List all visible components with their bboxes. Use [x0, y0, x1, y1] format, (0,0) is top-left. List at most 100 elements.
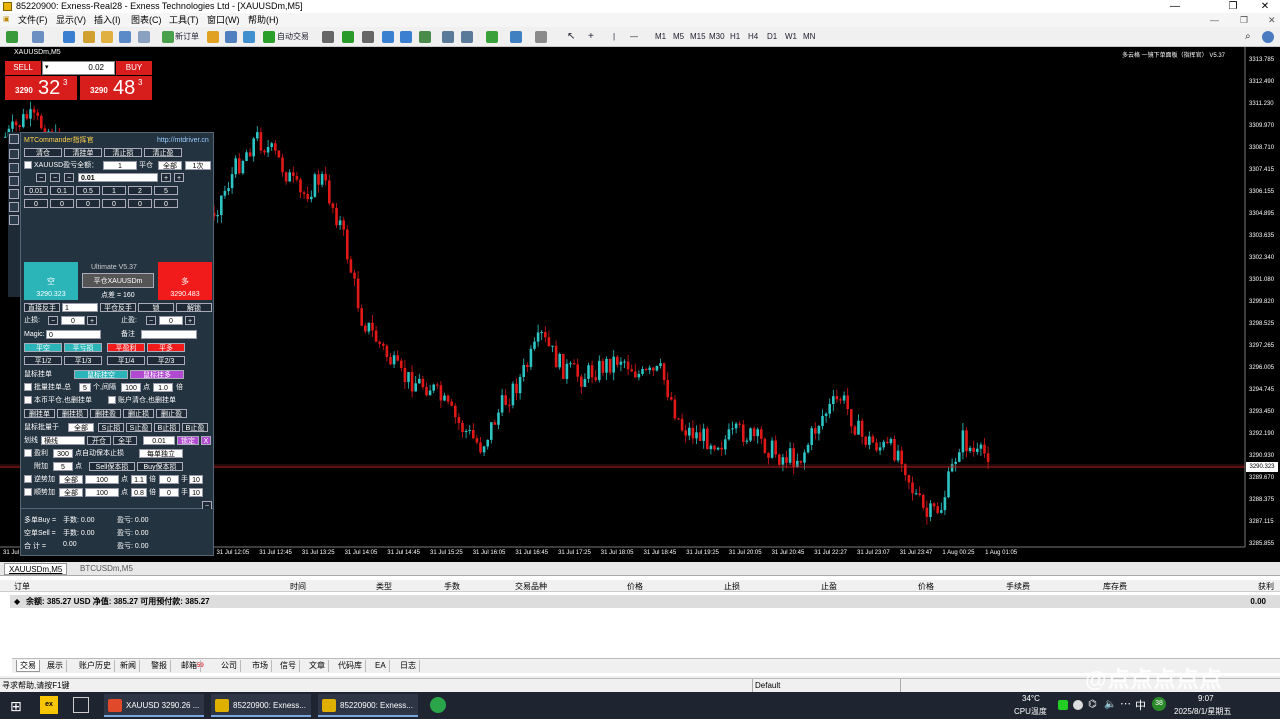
- profit-input[interactable]: 300: [53, 449, 73, 458]
- menu-tools[interactable]: 工具(T): [169, 13, 199, 27]
- help-icon[interactable]: [9, 215, 19, 225]
- tf-m1[interactable]: M1: [655, 30, 666, 44]
- column-header[interactable]: 交易品种: [515, 581, 547, 592]
- close-select[interactable]: 全部: [158, 161, 182, 170]
- preset-zero-button[interactable]: 0: [102, 199, 126, 208]
- tf-mn[interactable]: MN: [803, 30, 815, 44]
- reverse-add-count[interactable]: 10: [189, 475, 203, 484]
- autoscroll-icon[interactable]: [461, 31, 473, 43]
- green-app-icon[interactable]: [430, 697, 446, 713]
- tp-plus[interactable]: +: [185, 316, 195, 325]
- column-header[interactable]: 手续费: [1006, 581, 1030, 592]
- volume-icon[interactable]: 🔈: [1104, 699, 1116, 710]
- search-icon[interactable]: ⌕: [1245, 30, 1251, 44]
- buy-breakeven-button[interactable]: Buy保本损: [137, 462, 183, 471]
- terminal-tab[interactable]: 公司: [218, 660, 241, 672]
- terminal-tab[interactable]: 展示: [44, 660, 67, 672]
- delete-button[interactable]: 删挂盈: [90, 409, 121, 418]
- task-mt4-2[interactable]: 85220900: Exness...: [318, 694, 418, 717]
- buy-big-button[interactable]: 多 3290.483: [158, 262, 212, 300]
- grid-icon[interactable]: [9, 163, 19, 173]
- profit-checkbox[interactable]: [24, 449, 32, 457]
- new-chart-icon[interactable]: [6, 31, 18, 43]
- delete-button[interactable]: 删挂损: [57, 409, 88, 418]
- draw-x-button[interactable]: X: [201, 436, 211, 445]
- trend-add-points[interactable]: 100: [85, 488, 119, 497]
- close-two-thirds-button[interactable]: 平2/3: [147, 356, 185, 365]
- community-icon[interactable]: [1262, 31, 1274, 43]
- reverse-add-select[interactable]: 全部: [59, 475, 83, 484]
- chart-tab-xauusd[interactable]: XAUUSDm,M5: [4, 563, 68, 575]
- preset-zero-button[interactable]: 0: [76, 199, 100, 208]
- tf-m5[interactable]: M5: [673, 30, 684, 44]
- mouse-short-button[interactable]: 鼠标挂空: [74, 370, 128, 379]
- notification-badge[interactable]: 38: [1152, 697, 1166, 711]
- signals-icon[interactable]: [225, 31, 237, 43]
- mouse-batch-select[interactable]: 全部: [68, 423, 94, 432]
- note-input[interactable]: [141, 330, 197, 339]
- zoom-out-icon[interactable]: [400, 31, 412, 43]
- delete-button[interactable]: 删止损: [123, 409, 154, 418]
- batch-checkbox[interactable]: [24, 383, 32, 391]
- mdi-close[interactable]: ✕: [1268, 13, 1276, 27]
- batch-mult[interactable]: 1.0: [153, 383, 173, 392]
- close-quarter-button[interactable]: 平1/4: [107, 356, 145, 365]
- tp-minus[interactable]: −: [146, 316, 156, 325]
- terminal-tab[interactable]: 代码库: [335, 660, 366, 672]
- task-mt4-1[interactable]: 85220900: Exness...: [211, 694, 311, 717]
- quick-lot-button[interactable]: 0.1: [50, 186, 74, 195]
- preset-zero-button[interactable]: 0: [24, 199, 48, 208]
- reverse-add-points[interactable]: 100: [85, 475, 119, 484]
- tester-icon[interactable]: [138, 31, 150, 43]
- sl-minus[interactable]: −: [48, 316, 58, 325]
- collapse-icon[interactable]: [9, 134, 19, 144]
- commander-url[interactable]: http://mtdriver.cn: [157, 136, 209, 145]
- tf-h4[interactable]: H4: [748, 30, 758, 44]
- network-icon[interactable]: ⌬: [1088, 699, 1097, 710]
- wechat-icon[interactable]: [1058, 700, 1068, 710]
- sl-input[interactable]: 0: [61, 316, 85, 325]
- menu-window[interactable]: 窗口(W): [207, 13, 240, 27]
- trend-add-zero[interactable]: 0: [159, 488, 179, 497]
- sell-big-button[interactable]: 空 3290.323: [24, 262, 78, 300]
- delete-button[interactable]: 删挂单: [24, 409, 55, 418]
- tf-d1[interactable]: D1: [767, 30, 777, 44]
- mouse-long-button[interactable]: 鼠标挂多: [130, 370, 184, 379]
- market-watch-icon[interactable]: [63, 31, 75, 43]
- buy-button[interactable]: BUY: [116, 61, 152, 75]
- mouse-batch-button[interactable]: S止损: [98, 423, 124, 432]
- navigator-icon[interactable]: [101, 31, 113, 43]
- batch-gap[interactable]: 100: [121, 383, 141, 392]
- sl-plus[interactable]: +: [87, 316, 97, 325]
- auto-trade-icon[interactable]: [263, 31, 275, 43]
- terminal-tab[interactable]: 日志: [397, 660, 420, 672]
- mdi-restore[interactable]: ❐: [1240, 13, 1248, 27]
- ime-indicator[interactable]: 中: [1135, 697, 1146, 713]
- clear-tp-button[interactable]: 清止盈: [144, 148, 182, 157]
- sell-price[interactable]: 3290 32 3: [5, 76, 77, 100]
- trend-add-count[interactable]: 10: [189, 488, 203, 497]
- cursor-icon[interactable]: ↖: [567, 30, 575, 44]
- terminal-tab[interactable]: 账户历史: [76, 660, 115, 672]
- clear-pending-button[interactable]: 清挂单: [64, 148, 102, 157]
- column-header[interactable]: 手数: [444, 581, 460, 592]
- windows-start-icon[interactable]: ⊞: [10, 698, 22, 715]
- delete-button[interactable]: 删止盈: [156, 409, 187, 418]
- chart-tab-btcusd[interactable]: BTCUSDm,M5: [76, 563, 137, 575]
- lot-input[interactable]: ▾ 0.02: [42, 61, 115, 75]
- lot-plus-1[interactable]: +: [161, 173, 171, 182]
- close-short-button[interactable]: 平空: [24, 343, 62, 352]
- new-order-icon[interactable]: [162, 31, 174, 43]
- lot-minus-1[interactable]: −: [36, 173, 46, 182]
- preset-zero-button[interactable]: 0: [154, 199, 178, 208]
- close-profit-button[interactable]: 平盈利: [107, 343, 145, 352]
- calendar-icon[interactable]: [9, 202, 19, 212]
- data-window-icon[interactable]: [83, 31, 95, 43]
- menu-chart[interactable]: 图表(C): [131, 13, 162, 27]
- preset-zero-button[interactable]: 0: [128, 199, 152, 208]
- mouse-batch-button[interactable]: B止盈: [182, 423, 208, 432]
- trend-add-mult[interactable]: 0.8: [131, 488, 147, 497]
- tf-m30[interactable]: M30: [709, 30, 725, 44]
- metaeditor-icon[interactable]: [207, 31, 219, 43]
- bar-chart-icon[interactable]: [322, 31, 334, 43]
